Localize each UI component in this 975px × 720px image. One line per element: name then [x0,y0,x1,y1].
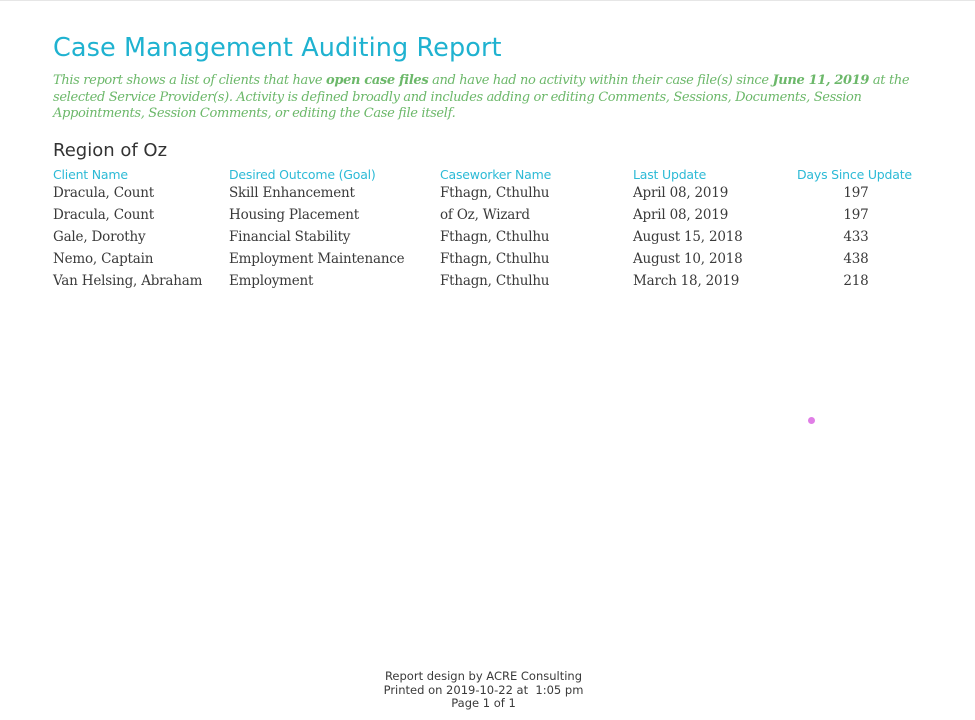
intro-emphasis-open-case-files: open case files [326,73,429,88]
caseworker-name-cell: Fthagn, Cthulhu [440,273,550,289]
column-header-desired-outcome: Desired Outcome (Goal) [229,167,376,182]
report-footer: Report design by ACRE Consulting Printed… [0,669,967,711]
footer-design-credit: Report design by ACRE Consulting [384,669,583,683]
days-since-update-cell: 197 [843,185,869,201]
caseworker-name-cell: Fthagn, Cthulhu [440,185,550,201]
intro-text: This report shows a list of clients that… [53,73,327,88]
column-header-caseworker-name: Caseworker Name [440,167,552,182]
cursor-dot-marker [808,417,815,424]
days-since-update-cell: 433 [843,229,869,245]
table-row: Nemo, Captain Employment Maintenance Fth… [53,250,933,272]
column-header-days-since-update: Days Since Update [797,167,912,182]
report-description: This report shows a list of clients that… [53,73,913,123]
region-heading: Region of Oz [53,140,168,161]
desired-outcome-cell: Skill Enhancement [229,185,355,201]
top-border [0,0,975,1]
last-update-cell: April 08, 2019 [633,185,729,201]
desired-outcome-cell: Employment Maintenance [229,251,405,267]
table-row: Dracula, Count Housing Placement of Oz, … [53,206,933,228]
last-update-cell: April 08, 2019 [633,207,729,223]
table-row: Van Helsing, Abraham Employment Fthagn, … [53,272,933,294]
client-name-cell: Dracula, Count [53,185,155,201]
desired-outcome-cell: Housing Placement [229,207,359,223]
client-name-cell: Van Helsing, Abraham [53,273,203,289]
table-row: Gale, Dorothy Financial Stability Fthagn… [53,228,933,250]
caseworker-name-cell: Fthagn, Cthulhu [440,229,550,245]
table-row: Dracula, Count Skill Enhancement Fthagn,… [53,184,933,206]
last-update-cell: August 10, 2018 [633,251,743,267]
client-name-cell: Nemo, Captain [53,251,154,267]
column-header-last-update: Last Update [633,167,707,182]
intro-text: and have had no activity within their ca… [428,73,773,88]
client-name-cell: Gale, Dorothy [53,229,146,245]
days-since-update-cell: 438 [843,251,869,267]
footer-printed-timestamp: Printed on 2019-10-22 at 1:05 pm [383,682,584,697]
column-header-client-name: Client Name [53,167,128,182]
clients-table: Client Name Desired Outcome (Goal) Casew… [53,166,933,294]
table-header-row: Client Name Desired Outcome (Goal) Casew… [53,166,933,184]
caseworker-name-cell: Fthagn, Cthulhu [440,251,550,267]
last-update-cell: August 15, 2018 [633,229,743,245]
desired-outcome-cell: Employment [229,273,314,289]
client-name-cell: Dracula, Count [53,207,155,223]
caseworker-name-cell: of Oz, Wizard [440,207,530,223]
report-title: Case Management Auditing Report [53,33,502,63]
days-since-update-cell: 197 [843,207,869,223]
desired-outcome-cell: Financial Stability [229,229,351,245]
footer-page-number: Page 1 of 1 [451,696,516,710]
days-since-update-cell: 218 [843,273,869,289]
intro-emphasis-cutoff-date: June 11, 2019 [772,73,870,88]
last-update-cell: March 18, 2019 [633,273,740,289]
